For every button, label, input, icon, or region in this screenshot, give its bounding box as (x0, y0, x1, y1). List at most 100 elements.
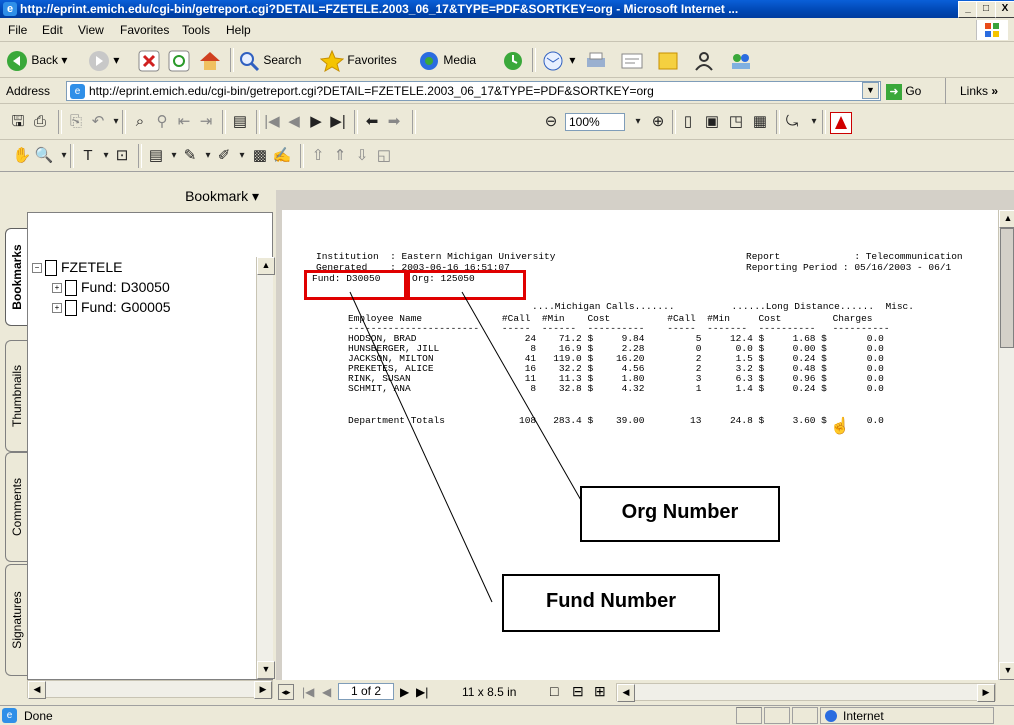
scroll-up-button[interactable]: ▲ (999, 210, 1014, 228)
scroll-left-button[interactable]: ◀ (28, 681, 46, 699)
forward-button[interactable]: ▾ (88, 48, 119, 72)
navigation-pane-icon[interactable]: ▤ (230, 112, 250, 132)
close-button[interactable]: X (995, 1, 1014, 18)
scroll-down-button[interactable]: ▼ (999, 662, 1014, 680)
maximize-button[interactable]: □ (976, 1, 996, 18)
find-binoculars-icon[interactable]: ⌕ (130, 112, 150, 132)
menu-help[interactable]: Help (226, 23, 251, 37)
last-page-icon[interactable]: ▶| (328, 112, 348, 132)
hand-tool-icon[interactable]: ✋ (12, 146, 32, 166)
copy-icon[interactable]: ⎘ (66, 112, 86, 132)
menu-favorites[interactable]: Favorites (120, 23, 169, 37)
page-number-field[interactable]: 1 of 2 (338, 683, 394, 700)
search-pdf-icon[interactable]: ⚲ (152, 112, 172, 132)
text-select-icon[interactable]: T (78, 146, 98, 166)
tab-thumbnails[interactable]: Thumbnails (5, 340, 28, 452)
bookmark-menu-button[interactable]: Bookmark ▾ (185, 188, 259, 205)
scroll-thumb[interactable] (1000, 228, 1014, 348)
favorites-button[interactable]: Favorites (320, 48, 397, 72)
previous-page-button[interactable]: ◀ (322, 685, 331, 699)
previous-page-icon[interactable]: ◀ (284, 112, 304, 132)
menu-edit[interactable]: Edit (42, 23, 63, 37)
media-button[interactable]: Media (418, 48, 476, 72)
single-page-icon[interactable]: □ (550, 683, 558, 699)
bookmark-item[interactable]: + Fund: D30050 (52, 279, 170, 297)
refresh-button[interactable] (168, 48, 190, 72)
next-page-button[interactable]: ▶ (400, 685, 409, 699)
signature-tool-icon[interactable]: ✍ (272, 146, 292, 166)
contacts-button[interactable] (728, 48, 754, 72)
messenger-button[interactable] (692, 48, 716, 72)
first-page-icon[interactable]: |◀ (262, 112, 282, 132)
go-back-icon[interactable]: ⬅ (362, 112, 382, 132)
continuous-icon[interactable]: ⊟ (572, 683, 584, 700)
search-button[interactable]: Search (238, 48, 301, 72)
save-icon[interactable]: 🖫 (8, 112, 28, 132)
bookmark-hscrollbar[interactable]: ◀ ▶ (27, 680, 273, 699)
scroll-right-button[interactable]: ▶ (977, 684, 995, 702)
tab-bookmarks[interactable]: Bookmarks (5, 228, 28, 326)
scroll-right-button[interactable]: ▶ (254, 681, 272, 699)
document-scrollbar[interactable]: ▲ ▼ (998, 210, 1014, 680)
menu-view[interactable]: View (78, 23, 104, 37)
zoom-in-icon[interactable]: ⊕ (648, 112, 668, 132)
graphics-select-icon[interactable]: ⊡ (112, 146, 132, 166)
tab-signatures[interactable]: Signatures (5, 564, 28, 676)
prev-view-icon[interactable]: ⇤ (174, 112, 194, 132)
address-input[interactable]: e http://eprint.emich.edu/cgi-bin/getrep… (66, 81, 881, 101)
discuss-button[interactable] (656, 48, 680, 72)
menu-tools[interactable]: Tools (182, 23, 210, 37)
history-button[interactable] (502, 48, 524, 72)
expand-icon[interactable]: + (52, 303, 62, 314)
scroll-down-button[interactable]: ▼ (257, 661, 275, 679)
highlight-tool-icon[interactable]: ✐ (214, 146, 234, 166)
scroll-up-button[interactable]: ▲ (257, 257, 275, 275)
adobe-logo-icon[interactable] (830, 112, 852, 134)
document-hscrollbar[interactable]: ◀ ▶ (616, 683, 996, 702)
next-page-icon[interactable]: ▶ (306, 112, 326, 132)
next-view-icon[interactable]: ⇥ (196, 112, 216, 132)
undo-icon[interactable]: ↶ (88, 112, 108, 132)
rotate-icon[interactable]: ⤿ (782, 112, 802, 132)
first-page-button[interactable]: |◀ (302, 685, 314, 699)
last-page-button[interactable]: ▶| (416, 685, 428, 699)
fit-width-icon[interactable]: ◳ (726, 112, 746, 132)
print-icon[interactable]: ⎙ (30, 112, 50, 132)
minimize-button[interactable]: _ (958, 1, 978, 18)
facing-pages-icon[interactable]: ⊞ (594, 683, 606, 700)
menu-file[interactable]: File (8, 23, 27, 37)
page-view-icon[interactable]: ◱ (374, 146, 394, 166)
bookmark-scrollbar[interactable]: ▲ ▼ (256, 257, 275, 679)
stop-button[interactable] (138, 48, 160, 72)
note-tool-icon[interactable]: ▤ (146, 146, 166, 166)
print-button[interactable] (584, 48, 608, 72)
bookmark-root[interactable]: − FZETELE (32, 259, 122, 277)
scroll-left-button[interactable]: ◀ (617, 684, 635, 702)
rotate-dropdown-icon[interactable]: ▾ (804, 112, 824, 132)
pencil-tool-icon[interactable]: ✎ (180, 146, 200, 166)
bookmark-item[interactable]: + Fund: G00005 (52, 299, 171, 317)
edit-button[interactable] (620, 48, 644, 72)
zoom-tool-icon[interactable]: 🔍 (34, 146, 54, 166)
home-button[interactable] (198, 48, 222, 72)
spelling-icon[interactable]: ▩ (250, 146, 270, 166)
tab-comments[interactable]: Comments (5, 452, 28, 562)
zoom-dropdown-icon[interactable]: ▾ (628, 112, 648, 132)
split-window-icon[interactable]: ◂▸ (278, 684, 294, 700)
links-button[interactable]: Links » (960, 84, 998, 98)
mail-button[interactable]: ▾ (542, 48, 575, 72)
page-up-icon[interactable]: ⇧ (308, 146, 328, 166)
go-forward-icon[interactable]: ➡ (384, 112, 404, 132)
page-down-icon[interactable]: ⇩ (352, 146, 372, 166)
back-button[interactable]: Back ▾ (6, 48, 67, 72)
actual-size-icon[interactable]: ▯ (678, 112, 698, 132)
expand-icon[interactable]: + (52, 283, 62, 294)
zoom-out-icon[interactable]: ⊖ (541, 112, 561, 132)
go-button[interactable]: ➜ Go (886, 81, 921, 101)
collapse-icon[interactable]: − (32, 263, 42, 274)
fit-visible-icon[interactable]: ▦ (750, 112, 770, 132)
highlight-dropdown-icon[interactable]: ▾ (232, 146, 252, 166)
fit-page-icon[interactable]: ▣ (702, 112, 722, 132)
page-top-icon[interactable]: ⇑ (330, 146, 350, 166)
zoom-input[interactable]: 100% (565, 113, 625, 131)
